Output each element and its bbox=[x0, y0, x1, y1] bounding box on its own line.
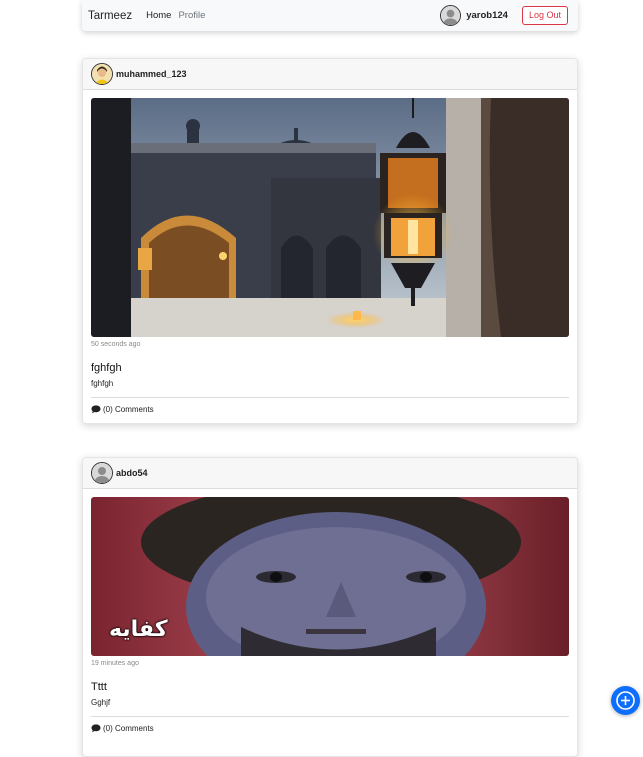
nav-username[interactable]: yarob124 bbox=[466, 10, 508, 21]
post-body-area: كفايه 19 minutes ago Tttt Gghjf (0) Comm… bbox=[83, 489, 577, 742]
post-text: fghfgh bbox=[91, 379, 114, 388]
post-title: fghfgh bbox=[91, 362, 122, 374]
comments-label: (0) Comments bbox=[103, 405, 154, 414]
mosque-lantern-image bbox=[91, 98, 569, 337]
post-text: Gghjf bbox=[91, 698, 111, 707]
post-card[interactable]: abdo54 كفايه 19 minutes ago Tttt Gghjf (… bbox=[82, 457, 578, 757]
logout-button[interactable]: Log Out bbox=[521, 6, 568, 25]
cartoon-avatar-icon bbox=[92, 64, 112, 84]
post-time: 19 minutes ago bbox=[91, 660, 139, 667]
post-username[interactable]: muhammed_123 bbox=[116, 69, 187, 79]
post-author-avatar[interactable] bbox=[91, 63, 113, 85]
plus-circle-icon bbox=[616, 691, 635, 710]
post-image[interactable]: كفايه bbox=[91, 497, 569, 656]
post-header: muhammed_123 bbox=[83, 59, 577, 90]
navbar: Tarmeez Home Profile yarob124 Log Out bbox=[82, 0, 578, 31]
default-avatar-icon bbox=[441, 6, 461, 25]
comments-link[interactable]: (0) Comments bbox=[91, 398, 569, 423]
nav-link-profile[interactable]: Profile bbox=[178, 10, 205, 21]
comments-label: (0) Comments bbox=[103, 724, 154, 733]
post-username[interactable]: abdo54 bbox=[116, 468, 148, 478]
post-time: 50 seconds ago bbox=[91, 341, 141, 348]
speech-bubble-icon bbox=[91, 405, 101, 414]
comments-link[interactable]: (0) Comments bbox=[91, 717, 569, 742]
brand[interactable]: Tarmeez bbox=[88, 10, 132, 22]
nav-user[interactable]: yarob124 bbox=[440, 5, 508, 26]
post-author-avatar[interactable] bbox=[91, 462, 113, 484]
speech-bubble-icon bbox=[91, 724, 101, 733]
post-header: abdo54 bbox=[83, 458, 577, 489]
post-body-area: 50 seconds ago fghfgh fghfgh (0) Comment… bbox=[83, 90, 577, 423]
nav-link-home[interactable]: Home bbox=[146, 10, 171, 21]
add-post-button[interactable] bbox=[611, 686, 640, 715]
user-avatar[interactable] bbox=[440, 5, 462, 26]
default-avatar-icon bbox=[92, 463, 112, 483]
post-card[interactable]: muhammed_123 50 seconds ago fghfgh fghfg… bbox=[82, 58, 578, 424]
post-title: Tttt bbox=[91, 681, 107, 693]
image-caption-overlay: كفايه bbox=[109, 617, 168, 642]
post-image[interactable] bbox=[91, 98, 569, 337]
